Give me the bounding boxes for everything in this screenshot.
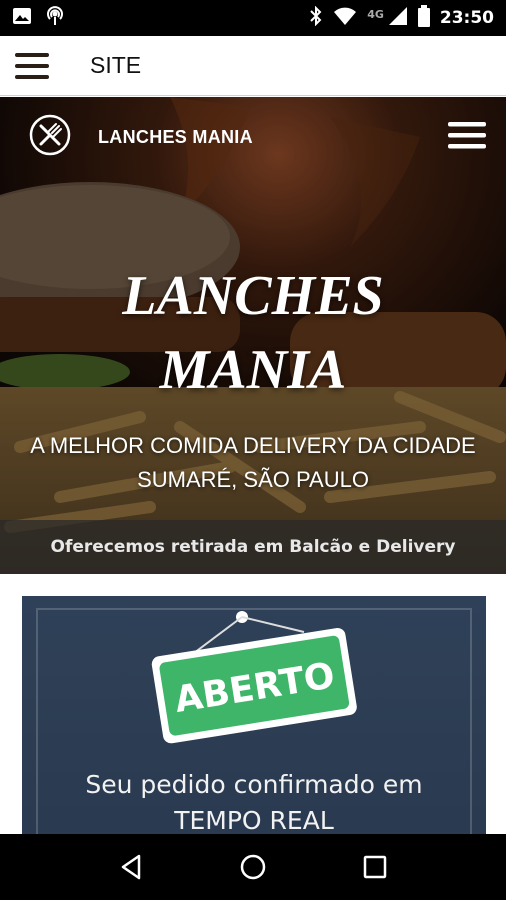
bluetooth-icon — [309, 5, 323, 31]
hero-banner: LANCHES MANIA LANCHES MANIA A MELHOR COM… — [0, 97, 506, 574]
promo-card: ABERTO Seu pedido confirmado em TEMPO RE… — [22, 596, 486, 836]
hero-title-line2: MANIA — [159, 339, 347, 401]
home-icon[interactable] — [233, 847, 273, 887]
hero-title: LANCHES MANIA — [0, 259, 506, 407]
app-bar: SITE — [0, 36, 506, 96]
network-type: 4G — [367, 7, 384, 21]
site-menu-icon[interactable] — [448, 121, 486, 154]
hero-title-line1: LANCHES — [122, 265, 384, 327]
hero-subtitle-line2: SUMARÉ, SÃO PAULO — [137, 467, 369, 492]
wifi-icon — [333, 6, 357, 31]
fork-knife-logo-icon[interactable] — [28, 113, 72, 162]
signal-icon — [388, 6, 408, 31]
hero-info-strip: Oferecemos retirada em Balcão e Delivery — [0, 520, 506, 574]
site-header: LANCHES MANIA — [0, 97, 506, 177]
promo-text-line2: TEMPO REAL — [174, 806, 334, 835]
status-time: 23:50 — [439, 8, 494, 28]
recents-icon[interactable] — [355, 847, 395, 887]
podcast-icon — [44, 5, 66, 32]
battery-icon — [417, 4, 430, 32]
promo-text-line1: Seu pedido confirmado em — [85, 770, 423, 799]
status-bar: 4G 23:50 — [0, 0, 506, 36]
hamburger-menu-icon[interactable] — [0, 36, 64, 96]
system-nav-bar — [0, 834, 506, 900]
back-icon[interactable] — [111, 847, 151, 887]
open-sign-graphic: ABERTO — [151, 611, 357, 744]
app-title: SITE — [90, 52, 142, 78]
hero-subtitle-line1: A MELHOR COMIDA DELIVERY DA CIDADE — [30, 433, 476, 458]
site-brand[interactable]: LANCHES MANIA — [98, 127, 253, 148]
image-icon — [12, 6, 32, 31]
